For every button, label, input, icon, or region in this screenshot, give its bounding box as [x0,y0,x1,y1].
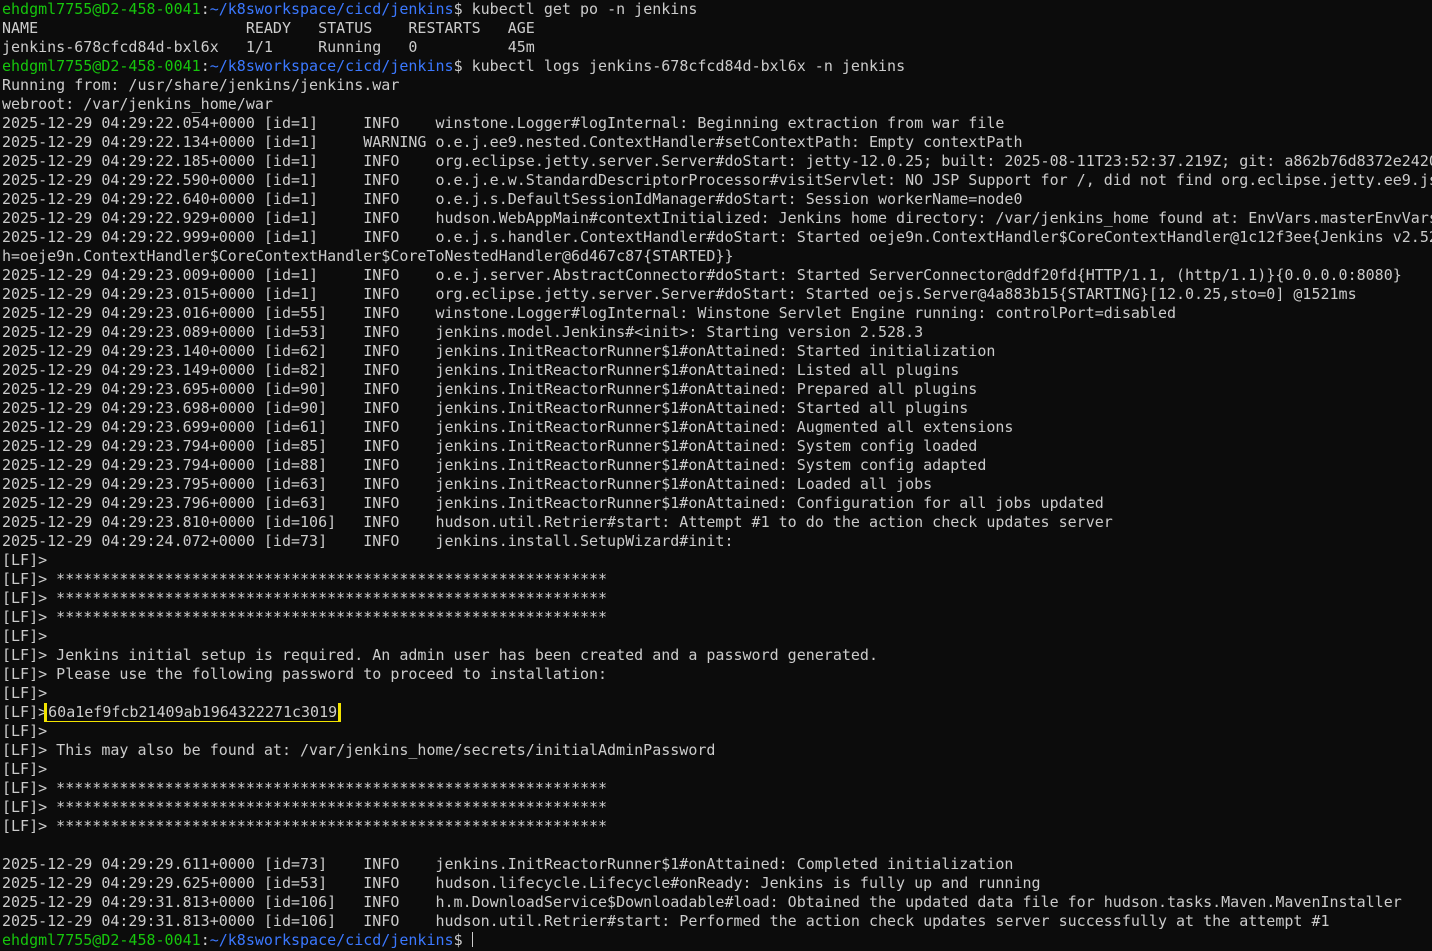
log-line: 2025-12-29 04:29:23.089+0000 [id=53] INF… [2,323,924,341]
prompt-path: ~/k8sworkspace/cicd/jenkins [209,931,454,949]
initial-admin-password[interactable]: 60a1ef9fcb21409ab1964322271c3019 [44,703,342,722]
log-line: 2025-12-29 04:29:23.794+0000 [id=85] INF… [2,437,978,455]
prompt-user-host: ehdgml7755@D2-458-0041 [2,57,201,75]
command-text: kubectl logs jenkins-678cfcd84d-bxl6x -n… [471,57,906,75]
log-line: 2025-12-29 04:29:31.813+0000 [id=106] IN… [2,912,1330,930]
log-line: [LF]> **********************************… [2,779,608,797]
log-line: 2025-12-29 04:29:23.795+0000 [id=63] INF… [2,475,933,493]
prompt-separator: : [200,931,210,949]
log-line: 2025-12-29 04:29:22.929+0000 [id=1] INFO… [2,209,1432,227]
text-cursor [471,932,473,947]
log-line: 2025-12-29 04:29:24.072+0000 [id=73] INF… [2,532,734,550]
log-line: 2025-12-29 04:29:23.698+0000 [id=90] INF… [2,399,969,417]
prompt-user-host: ehdgml7755@D2-458-0041 [2,0,201,18]
log-line: [LF]> **********************************… [2,817,608,835]
log-line: 2025-12-29 04:29:22.999+0000 [id=1] INFO… [2,228,1432,246]
log-line: 2025-12-29 04:29:23.009+0000 [id=1] INFO… [2,266,1402,284]
terminal-window[interactable]: ehdgml7755@D2-458-0041:~/k8sworkspace/ci… [0,0,1432,951]
log-line: 2025-12-29 04:29:23.016+0000 [id=55] INF… [2,304,1176,322]
log-line: webroot: /var/jenkins_home/war [2,95,273,113]
log-line: [LF]> **********************************… [2,589,608,607]
log-line: 2025-12-29 04:29:23.140+0000 [id=62] INF… [2,342,996,360]
log-line: Running from: /usr/share/jenkins/jenkins… [2,76,400,94]
prompt-symbol: $ [453,931,472,949]
log-line: [LF]> **********************************… [2,798,608,816]
log-line: 2025-12-29 04:29:23.794+0000 [id=88] INF… [2,456,987,474]
prompt-separator: : [200,57,210,75]
log-line: 2025-12-29 04:29:29.625+0000 [id=53] INF… [2,874,1041,892]
password-line-prefix: [LF]> [2,703,48,721]
log-line: 2025-12-29 04:29:22.590+0000 [id=1] INFO… [2,171,1432,189]
prompt-symbol: $ [453,0,472,18]
pods-table-row: jenkins-678cfcd84d-bxl6x 1/1 Running 0 4… [2,38,535,56]
prompt-symbol: $ [453,57,472,75]
log-line: [LF]> [2,760,48,778]
log-line: 2025-12-29 04:29:22.185+0000 [id=1] INFO… [2,152,1432,170]
log-line: 2025-12-29 04:29:23.796+0000 [id=63] INF… [2,494,1104,512]
log-line: 2025-12-29 04:29:22.054+0000 [id=1] INFO… [2,114,1005,132]
prompt-path: ~/k8sworkspace/cicd/jenkins [209,57,454,75]
log-line: 2025-12-29 04:29:22.134+0000 [id=1] WARN… [2,133,1023,151]
prompt-separator: : [200,0,210,18]
log-line: 2025-12-29 04:29:29.611+0000 [id=73] INF… [2,855,1014,873]
log-line: 2025-12-29 04:29:22.640+0000 [id=1] INFO… [2,190,1023,208]
log-line: [LF]> Please use the following password … [2,665,608,683]
prompt-path: ~/k8sworkspace/cicd/jenkins [209,0,454,18]
log-line: [LF]> [2,684,48,702]
log-line: 2025-12-29 04:29:31.813+0000 [id=106] IN… [2,893,1402,911]
command-text: kubectl get po -n jenkins [471,0,698,18]
log-line: [LF]> This may also be found at: /var/je… [2,741,716,759]
log-line: [LF]> **********************************… [2,608,608,626]
command-line-current[interactable]: ehdgml7755@D2-458-0041:~/k8sworkspace/ci… [2,931,1432,950]
prompt-user-host: ehdgml7755@D2-458-0041 [2,931,201,949]
log-line: [LF]> [2,722,48,740]
command-line-get-pods: ehdgml7755@D2-458-0041:~/k8sworkspace/ci… [2,0,1432,19]
password-line: [LF]>60a1ef9fcb21409ab1964322271c3019 [2,703,1432,722]
log-line: [LF]> Jenkins initial setup is required.… [2,646,878,664]
command-line-logs: ehdgml7755@D2-458-0041:~/k8sworkspace/ci… [2,57,1432,76]
log-line: [LF]> [2,551,48,569]
log-line: 2025-12-29 04:29:23.699+0000 [id=61] INF… [2,418,1014,436]
log-line: 2025-12-29 04:29:23.695+0000 [id=90] INF… [2,380,978,398]
log-line: [LF]> **********************************… [2,570,608,588]
log-line: h=oeje9n.ContextHandler$CoreContextHandl… [2,247,734,265]
pods-table-header: NAME READY STATUS RESTARTS AGE [2,19,535,37]
log-line: 2025-12-29 04:29:23.149+0000 [id=82] INF… [2,361,960,379]
log-line: 2025-12-29 04:29:23.015+0000 [id=1] INFO… [2,285,1357,303]
log-line: [LF]> [2,627,48,645]
log-line: 2025-12-29 04:29:23.810+0000 [id=106] IN… [2,513,1113,531]
